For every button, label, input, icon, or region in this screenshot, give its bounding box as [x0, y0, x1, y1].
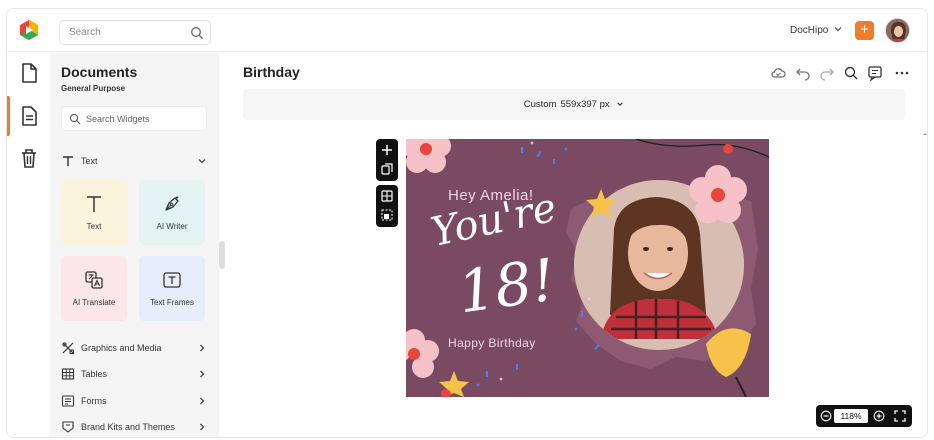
widget-panel: Documents General Purpose Text Text — [50, 53, 219, 437]
text-frame-icon — [163, 272, 181, 288]
chevron-right-icon[interactable] — [197, 396, 207, 406]
duplicate-icon[interactable] — [381, 163, 393, 175]
add-page-icon[interactable] — [381, 144, 393, 156]
widget-search-input[interactable] — [86, 114, 196, 124]
section-label: Forms — [81, 396, 107, 406]
search-icon — [69, 113, 81, 125]
chevron-right-icon[interactable] — [197, 369, 207, 379]
zoom-in-icon[interactable] — [873, 410, 885, 422]
search-input[interactable] — [69, 27, 179, 38]
left-rail — [7, 53, 50, 437]
chevron-right-icon[interactable] — [197, 422, 207, 432]
editor-area: Birthday Custom 559x397 px Hey Amelia! Y… — [225, 53, 928, 437]
section-forms[interactable]: Forms — [61, 393, 207, 411]
chevron-down-icon[interactable] — [197, 156, 207, 166]
trash-icon[interactable] — [17, 146, 41, 170]
widget-search-box[interactable] — [61, 106, 207, 131]
redo-icon[interactable] — [819, 65, 835, 81]
more-options-icon[interactable] — [894, 65, 910, 81]
workspace-name[interactable]: DocHipo — [790, 25, 828, 36]
tile-label: AI Translate — [72, 298, 116, 307]
panel-title: Documents — [61, 64, 138, 80]
search-box[interactable] — [59, 20, 211, 45]
cloud-sync-icon[interactable] — [770, 65, 786, 81]
zoom-out-icon[interactable] — [820, 410, 832, 422]
section-label: Brand Kits and Themes — [81, 422, 175, 432]
pen-nib-icon — [165, 195, 179, 211]
document-icon[interactable] — [17, 61, 41, 85]
undo-icon[interactable] — [795, 65, 811, 81]
canvas-tool-group — [376, 185, 398, 227]
top-bar: DocHipo + — [7, 9, 927, 52]
section-tables[interactable]: Tables — [61, 366, 207, 384]
tile-ai-writer[interactable]: AI Writer — [139, 180, 205, 245]
text-icon — [87, 196, 101, 212]
brand-kit-icon — [62, 421, 74, 433]
canvas-tools — [376, 139, 398, 228]
grid-icon[interactable] — [381, 190, 393, 202]
user-photo — [886, 19, 909, 42]
comment-icon[interactable] — [867, 65, 883, 81]
panel-subtitle: General Purpose — [61, 84, 126, 93]
section-label: Graphics and Media — [81, 343, 162, 353]
section-brand-kits[interactable]: Brand Kits and Themes — [61, 419, 207, 437]
search-icon[interactable] — [190, 26, 204, 40]
tile-label: AI Writer — [156, 222, 188, 231]
section-label: Tables — [81, 369, 108, 379]
size-label: Custom — [523, 99, 557, 110]
tile-label: Text Frames — [149, 298, 194, 307]
app-window: DocHipo + — [6, 8, 928, 438]
design-canvas[interactable]: Hey Amelia! You're 18! Happy Birthday — [406, 139, 769, 397]
headline-line2[interactable]: 18! — [454, 246, 560, 327]
zoom-level[interactable]: 118% — [834, 409, 868, 423]
size-value: 559x397 px — [560, 99, 610, 110]
tile-text[interactable]: Text — [61, 180, 127, 245]
text-icon — [63, 156, 73, 166]
section-label: Text — [81, 156, 98, 166]
avatar[interactable] — [885, 18, 910, 43]
canvas-tool-group — [376, 139, 398, 181]
resize-icon[interactable] — [381, 209, 393, 221]
document-title[interactable]: Birthday — [243, 64, 300, 80]
vertical-scrollbar[interactable] — [921, 128, 928, 437]
active-indicator — [7, 96, 10, 136]
form-icon — [61, 395, 75, 407]
tile-label: Text — [86, 222, 102, 231]
tile-ai-translate[interactable]: AI Translate — [61, 256, 127, 321]
search-icon[interactable] — [843, 65, 859, 81]
chevron-down-icon[interactable] — [833, 24, 843, 34]
shapes-icon — [62, 342, 74, 354]
tile-text-frames[interactable]: Text Frames — [139, 256, 205, 321]
page-size-selector[interactable]: Custom 559x397 px — [243, 89, 905, 120]
footer-text[interactable]: Happy Birthday — [448, 336, 536, 350]
app-logo[interactable] — [18, 19, 40, 41]
chevron-down-icon — [617, 102, 624, 106]
fullscreen-icon[interactable] — [894, 410, 906, 422]
page-details-icon[interactable] — [17, 104, 41, 128]
chevron-right-icon[interactable] — [197, 343, 207, 353]
section-graphics-media[interactable]: Graphics and Media — [61, 340, 207, 358]
create-new-button[interactable]: + — [855, 21, 874, 40]
scroll-up-icon[interactable] — [921, 130, 928, 138]
zoom-control: 118% — [816, 405, 912, 427]
table-icon — [61, 368, 75, 380]
translate-icon — [85, 271, 103, 289]
section-text[interactable]: Text — [61, 153, 207, 171]
